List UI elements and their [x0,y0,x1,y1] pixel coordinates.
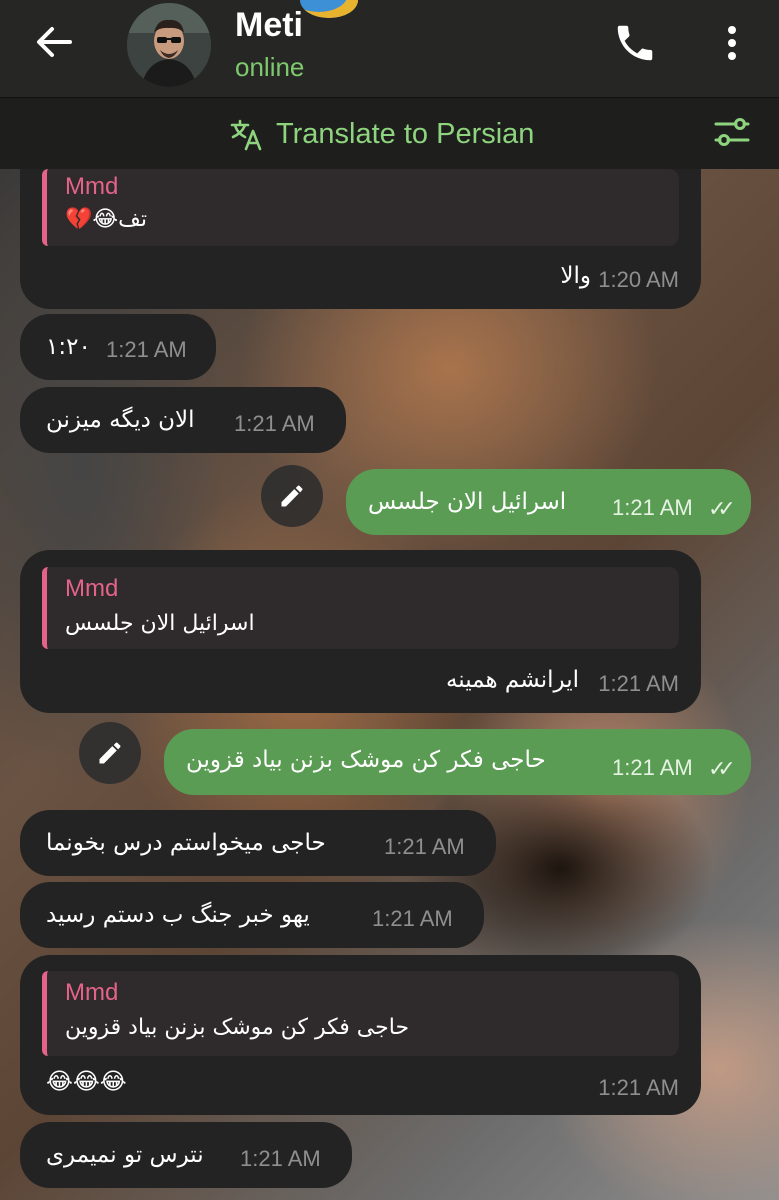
message-time: 1:21 AM [612,495,693,520]
message-bubble[interactable]: ۱:۲۰ 1:21 AM [20,314,216,380]
message-bubble[interactable]: الان دیگه میزنن 1:21 AM [20,387,346,453]
message-time: 1:21 AM [372,906,453,931]
reply-text: تف😂💔 [65,207,147,232]
message-bubble[interactable]: Mmd تف😂💔 والا 1:20 AM [20,169,701,309]
reply-text: حاجی فکر کن موشک بزنن بیاد قزوین [65,1015,410,1040]
message-time: 1:21 AM [598,1075,679,1100]
translate-button[interactable]: Translate to Persian [228,112,534,156]
message-bubble[interactable]: نترس تو نمیمری 1:21 AM [20,1122,352,1188]
phone-icon [617,25,653,61]
message-time: 1:21 AM [240,1146,321,1171]
translate-options-button[interactable] [712,114,752,150]
message-time: 1:21 AM [106,337,187,362]
chat-header: Meti online [0,0,779,97]
message-text: اسرائیل الان جلسس [368,489,567,515]
message-text: والا [560,263,591,289]
message-bubble[interactable]: اسرائیل الان جلسس 1:21 AM ✓✓ [346,469,751,535]
more-vertical-icon [728,26,736,60]
message-text: ۱:۲۰ [46,334,91,360]
avatar[interactable] [127,3,211,87]
pencil-icon [281,485,303,507]
message-time: 1:21 AM [598,671,679,696]
contact-status: online [235,52,305,82]
message-time: 1:21 AM [612,755,693,780]
message-text: حاجی فکر کن موشک بزنن بیاد قزوین [186,747,546,773]
translate-icon [230,119,262,151]
message-bubble[interactable]: Mmd اسرائیل الان جلسس ایرانشم همینه 1:21… [20,550,701,713]
message-list[interactable]: Mmd تف😂💔 والا 1:20 AM ۱:۲۰ 1:21 AM الان … [0,169,779,1200]
reply-author: Mmd [65,979,119,1006]
reply-author: Mmd [65,575,119,602]
edit-button[interactable] [261,465,323,527]
reply-preview[interactable]: Mmd اسرائیل الان جلسس [42,567,679,649]
edit-button[interactable] [79,722,141,784]
message-time: 1:21 AM [384,834,465,859]
translate-label: Translate to Persian [276,117,535,150]
message-text: حاجی میخواستم درس بخونما [46,830,326,856]
message-text: نترس تو نمیمری [46,1142,204,1168]
back-button[interactable] [30,22,78,62]
more-options-button[interactable] [714,20,750,66]
read-receipt-icon: ✓✓ [708,497,736,522]
message-time: 1:21 AM [234,411,315,436]
reply-preview[interactable]: Mmd تف😂💔 [42,169,679,246]
message-bubble[interactable]: Mmd حاجی فکر کن موشک بزنن بیاد قزوین 😂😂😂… [20,955,701,1115]
pencil-icon [99,742,121,764]
read-receipt-icon: ✓✓ [708,757,736,782]
message-text: یهو خبر جنگ ب دستم رسید [46,902,310,928]
message-time: 1:20 AM [598,267,679,292]
message-text: الان دیگه میزنن [46,407,195,433]
message-text: 😂😂😂 [46,1069,127,1095]
profile-badge-icon [300,0,358,18]
message-bubble[interactable]: یهو خبر جنگ ب دستم رسید 1:21 AM [20,882,484,948]
message-bubble[interactable]: حاجی میخواستم درس بخونما 1:21 AM [20,810,496,876]
translate-bar: Translate to Persian [0,97,779,169]
call-button[interactable] [612,20,658,66]
reply-text: اسرائیل الان جلسس [65,611,255,636]
reply-author: Mmd [65,173,119,200]
message-text: ایرانشم همینه [445,667,579,693]
message-bubble[interactable]: حاجی فکر کن موشک بزنن بیاد قزوین 1:21 AM… [164,729,751,795]
contact-name[interactable]: Meti [235,6,303,45]
arrow-left-icon [37,27,72,57]
reply-preview[interactable]: Mmd حاجی فکر کن موشک بزنن بیاد قزوین [42,971,679,1056]
sliders-icon [714,118,750,146]
avatar-image [127,3,211,87]
